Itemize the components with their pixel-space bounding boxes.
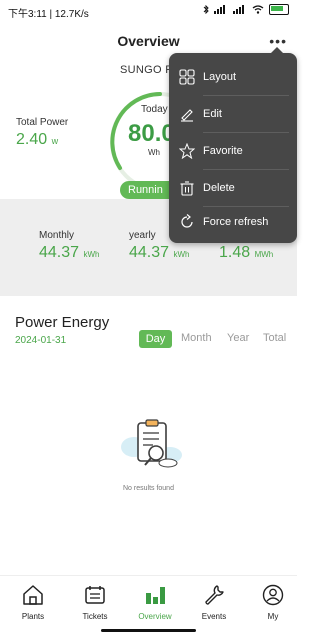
menu-item-edit[interactable]: Edit bbox=[169, 96, 297, 132]
stat-total-number: 1.48 bbox=[219, 244, 251, 261]
grid-layout-icon bbox=[179, 69, 195, 85]
pencil-icon bbox=[181, 109, 193, 122]
bottom-nav: Plants Tickets Overview Events My bbox=[0, 575, 297, 636]
wrench-icon bbox=[205, 585, 224, 605]
total-power-value: 2.40 w bbox=[16, 131, 58, 149]
stat-monthly-unit: kWh bbox=[83, 250, 100, 259]
status-icons bbox=[203, 4, 289, 15]
status-time-speed: 下午3:11 | 12.7K/s bbox=[8, 9, 89, 20]
menu-item-layout[interactable]: Layout bbox=[169, 59, 297, 95]
nav-item-overview[interactable]: Overview bbox=[127, 584, 183, 621]
menu-item-delete[interactable]: Delete bbox=[169, 170, 297, 206]
battery-icon bbox=[269, 4, 289, 15]
bluetooth-icon bbox=[203, 5, 209, 14]
total-power-unit: w bbox=[51, 136, 59, 146]
nav-item-plants[interactable]: Plants bbox=[5, 584, 61, 621]
tab-year[interactable]: Year bbox=[227, 332, 249, 344]
menu-label-layout: Layout bbox=[203, 71, 237, 83]
nav-item-my[interactable]: My bbox=[245, 584, 301, 621]
user-icon bbox=[262, 584, 284, 606]
stat-yearly-number: 44.37 bbox=[129, 244, 170, 261]
home-indicator[interactable] bbox=[101, 629, 196, 632]
star-icon bbox=[179, 143, 195, 159]
page-title: Overview bbox=[117, 33, 180, 49]
signal-icon bbox=[214, 5, 225, 14]
today-label: Today bbox=[141, 104, 168, 115]
nav-label-overview: Overview bbox=[138, 612, 172, 621]
nav-item-tickets[interactable]: Tickets bbox=[67, 584, 123, 621]
menu-label-force-refresh: Force refresh bbox=[203, 216, 269, 228]
menu-label-delete: Delete bbox=[203, 182, 235, 194]
stat-total-unit: MWh bbox=[254, 250, 274, 259]
stat-monthly-label: Monthly bbox=[39, 230, 75, 241]
nav-label-tickets: Tickets bbox=[82, 612, 108, 621]
menu-label-edit: Edit bbox=[203, 108, 222, 120]
signal-icon bbox=[233, 5, 244, 14]
power-energy-title: Power Energy bbox=[15, 314, 110, 331]
today-unit: Wh bbox=[148, 148, 160, 157]
bar-chart-icon bbox=[146, 587, 165, 604]
stat-total-value: 1.48 MWh bbox=[219, 244, 273, 262]
nav-label-my: My bbox=[267, 612, 279, 621]
menu-label-favorite: Favorite bbox=[203, 145, 243, 157]
empty-clipboard-icon bbox=[121, 419, 182, 468]
tab-month[interactable]: Month bbox=[181, 332, 212, 344]
stat-yearly-value: 44.37 kWh bbox=[129, 244, 190, 262]
stat-monthly-number: 44.37 bbox=[39, 244, 80, 261]
menu-item-force-refresh[interactable]: Force refresh bbox=[169, 204, 297, 240]
status-bar: 下午3:11 | 12.7K/s bbox=[0, 0, 297, 22]
more-menu: Layout Edit Favorite Delete Force refres… bbox=[169, 47, 297, 243]
nav-item-events[interactable]: Events bbox=[186, 584, 242, 621]
nav-label-events: Events bbox=[201, 612, 227, 621]
stat-yearly-label: yearly bbox=[129, 230, 156, 241]
nav-label-plants: Plants bbox=[21, 612, 45, 621]
stat-yearly-unit: kWh bbox=[173, 250, 190, 259]
empty-state-text: No results found bbox=[123, 485, 174, 492]
today-value: 80.0 bbox=[128, 120, 175, 147]
tab-total[interactable]: Total bbox=[263, 332, 286, 344]
total-power-label: Total Power bbox=[16, 117, 69, 128]
home-icon bbox=[23, 585, 43, 605]
plant-name: SUNGO P bbox=[120, 64, 173, 76]
ticket-icon bbox=[85, 586, 105, 604]
trash-icon bbox=[180, 181, 194, 196]
wifi-icon bbox=[252, 5, 264, 14]
total-power-number: 2.40 bbox=[16, 131, 48, 148]
refresh-icon bbox=[181, 214, 193, 228]
tab-day[interactable]: Day bbox=[139, 330, 172, 348]
stat-monthly-value: 44.37 kWh bbox=[39, 244, 100, 262]
menu-item-favorite[interactable]: Favorite bbox=[169, 133, 297, 169]
power-energy-date[interactable]: 2024-01-31 bbox=[15, 335, 66, 346]
